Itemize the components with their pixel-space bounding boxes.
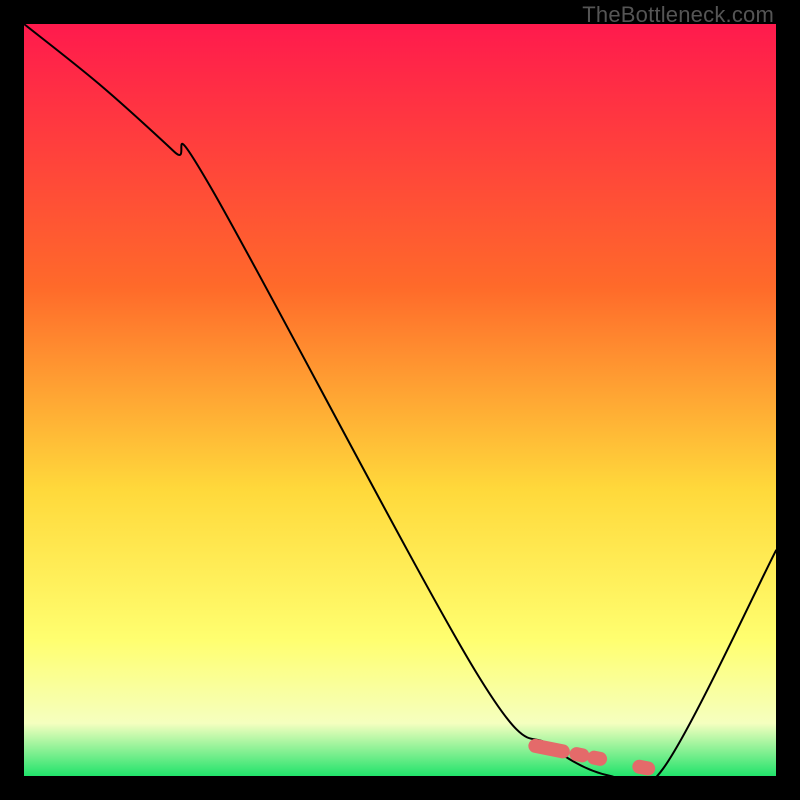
- gradient-background: [24, 24, 776, 776]
- chart-frame: [24, 24, 776, 776]
- bottleneck-chart: [24, 24, 776, 776]
